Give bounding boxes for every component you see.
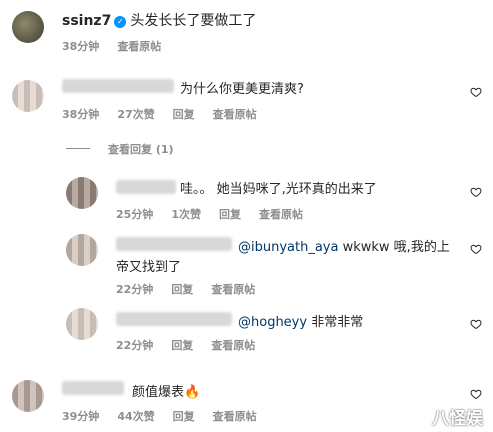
blurred-username xyxy=(116,312,232,326)
comment-text: 颜值爆表🔥 xyxy=(132,385,201,400)
comment-meta: 39分钟 44次赞 回复 查看原帖 xyxy=(62,408,275,424)
heart-outline-icon[interactable] xyxy=(470,186,482,198)
watermark: 八怪娱 xyxy=(432,409,483,429)
comment-time: 39分钟 xyxy=(62,410,100,423)
view-original-link[interactable]: 查看原帖 xyxy=(211,283,255,296)
reply-text: 哇。。 她当妈咪了,光环真的出来了 xyxy=(180,182,377,197)
comment-text: 为什么你更美更清爽? xyxy=(180,82,304,97)
reply-likes[interactable]: 1次赞 xyxy=(171,208,201,221)
reply-button[interactable]: 回复 xyxy=(173,410,195,423)
reply-text-line: @hogheyy 非常非常 xyxy=(238,311,363,330)
post-meta: 38分钟 查看原帖 xyxy=(62,38,179,54)
blurred-username xyxy=(116,237,232,251)
reply-button[interactable]: 回复 xyxy=(171,339,193,352)
comment-meta: 38分钟 27次赞 回复 查看原帖 xyxy=(62,106,275,122)
post-time: 38分钟 xyxy=(62,40,100,53)
comment-time: 38分钟 xyxy=(62,108,100,121)
reply-meta: 25分钟 1次赞 回复 查看原帖 xyxy=(116,206,321,222)
view-original-link[interactable]: 查看原帖 xyxy=(259,208,303,221)
mention-link[interactable]: @ibunyath_aya xyxy=(238,240,338,255)
view-original-link[interactable]: 查看原帖 xyxy=(211,339,255,352)
view-original-link[interactable]: 查看原帖 xyxy=(213,108,257,121)
comment-avatar[interactable] xyxy=(12,380,44,412)
view-replies-link[interactable]: 查看回复 (1) xyxy=(108,141,174,157)
view-original-link[interactable]: 查看原帖 xyxy=(213,410,257,423)
reply-time: 22分钟 xyxy=(116,283,154,296)
reply-meta: 22分钟 回复 查看原帖 xyxy=(116,281,273,297)
post-caption-line: ssinz7 ✓ 头发长长了要做工了 xyxy=(62,10,256,30)
reply-text: 非常非常 xyxy=(307,315,364,330)
reply-button[interactable]: 回复 xyxy=(173,108,195,121)
heart-outline-icon[interactable] xyxy=(470,86,482,98)
blurred-username xyxy=(116,180,176,194)
reply-button[interactable]: 回复 xyxy=(171,283,193,296)
reply-time: 22分钟 xyxy=(116,339,154,352)
reply-time: 25分钟 xyxy=(116,208,154,221)
reply-avatar[interactable] xyxy=(66,177,98,209)
heart-outline-icon[interactable] xyxy=(470,318,482,330)
heart-outline-icon[interactable] xyxy=(470,388,482,400)
heart-outline-icon[interactable] xyxy=(470,243,482,255)
reply-avatar[interactable] xyxy=(66,308,98,340)
comment-likes[interactable]: 27次赞 xyxy=(117,108,154,121)
reply-text-line2: 帝又找到了 xyxy=(116,260,182,275)
post-username[interactable]: ssinz7 xyxy=(62,13,111,29)
reply-text-line1: @ibunyath_aya wkwkw 哦,我的上 xyxy=(238,236,450,255)
reply-button[interactable]: 回复 xyxy=(219,208,241,221)
view-original-link[interactable]: 查看原帖 xyxy=(117,40,161,53)
reply-text: wkwkw 哦,我的上 xyxy=(338,240,450,255)
mention-link[interactable]: @hogheyy xyxy=(238,315,307,330)
blurred-username xyxy=(62,381,124,395)
comment-avatar[interactable] xyxy=(12,80,44,112)
post-author-avatar[interactable] xyxy=(12,11,44,43)
blurred-username xyxy=(62,79,174,93)
divider-line xyxy=(66,148,90,149)
verified-badge-icon: ✓ xyxy=(114,16,127,28)
reply-avatar[interactable] xyxy=(66,234,98,266)
post-caption: 头发长长了要做工了 xyxy=(130,13,257,29)
reply-meta: 22分钟 回复 查看原帖 xyxy=(116,337,273,353)
comment-likes[interactable]: 44次赞 xyxy=(117,410,154,423)
